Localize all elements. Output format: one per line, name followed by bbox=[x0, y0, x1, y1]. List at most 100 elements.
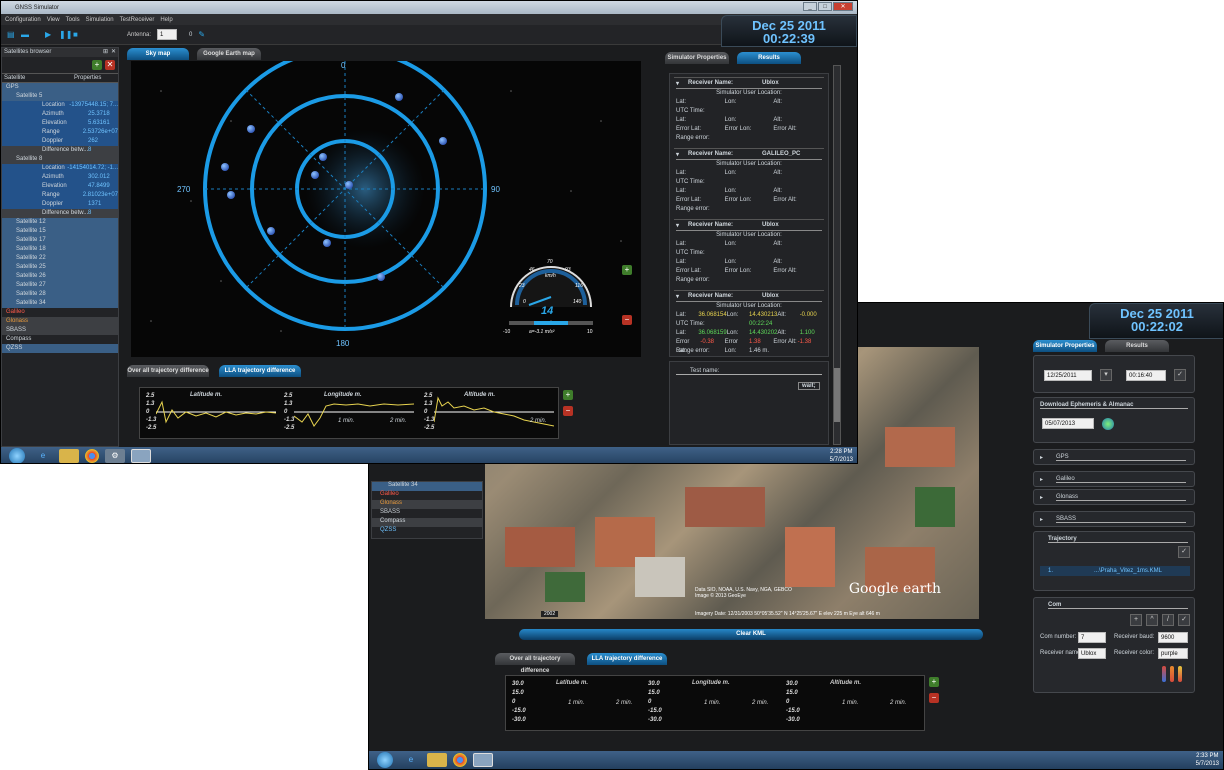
results-scrollbar[interactable] bbox=[833, 65, 841, 445]
tab-sky-map[interactable]: Sky map bbox=[127, 48, 189, 60]
back-tab-simulator-properties[interactable]: Simulator Properties bbox=[1033, 340, 1097, 352]
com-confirm-button[interactable]: ✓ bbox=[1178, 614, 1190, 626]
receiver-section[interactable]: ▾ Receiver Name: Ublox Simulator User Locat… bbox=[674, 77, 824, 145]
back-add-graph-button[interactable]: + bbox=[929, 677, 939, 687]
tree-row[interactable]: Satellite 18 bbox=[2, 245, 118, 254]
new-icon[interactable]: ▤ bbox=[7, 30, 15, 39]
menu-configuration[interactable]: Configuration bbox=[5, 17, 41, 23]
ie-icon[interactable]: e bbox=[33, 449, 53, 463]
tree-row[interactable]: Doppler 262 bbox=[2, 137, 118, 146]
section-glonass[interactable]: ▸ Glonass bbox=[1033, 489, 1195, 505]
folder-icon[interactable] bbox=[59, 449, 79, 463]
menu-simulation[interactable]: Simulation bbox=[86, 17, 114, 23]
satellite-marker-icon[interactable] bbox=[319, 153, 327, 161]
back-list-item[interactable]: Compass bbox=[372, 518, 482, 527]
tree-row[interactable]: Difference betw... 8 bbox=[2, 146, 118, 155]
maximize-icon[interactable]: □ bbox=[818, 2, 832, 11]
sky-add-button[interactable]: + bbox=[622, 265, 632, 275]
tree-row[interactable]: Doppler 1371 bbox=[2, 200, 118, 209]
thermometer-icon[interactable] bbox=[1170, 666, 1174, 682]
tree-row[interactable]: Satellite 26 bbox=[2, 272, 118, 281]
chrome-icon[interactable] bbox=[453, 753, 467, 767]
satellite-marker-icon[interactable] bbox=[439, 137, 447, 145]
simulator-app-icon[interactable] bbox=[131, 449, 151, 463]
menu-view[interactable]: View bbox=[47, 17, 60, 23]
save-icon[interactable]: ▬ bbox=[21, 30, 29, 39]
pencil-icon[interactable]: ✎ bbox=[198, 30, 205, 39]
tree-row[interactable]: Satellite 25 bbox=[2, 263, 118, 272]
download-date-input[interactable]: 05/07/2013 bbox=[1042, 418, 1094, 429]
satellite-marker-icon[interactable] bbox=[311, 171, 319, 179]
com-add-button[interactable]: + bbox=[1130, 614, 1142, 626]
menu-help[interactable]: Help bbox=[160, 17, 172, 23]
scroll-thumb[interactable] bbox=[834, 368, 840, 422]
wait-button[interactable]: wait; bbox=[798, 382, 820, 390]
back-tab-results[interactable]: Results bbox=[1105, 340, 1169, 352]
satellite-marker-icon[interactable] bbox=[221, 163, 229, 171]
satellite-marker-icon[interactable] bbox=[267, 227, 275, 235]
tree-row[interactable]: Elevation 5.63161 bbox=[2, 119, 118, 128]
tree-row[interactable]: Location -13975448.15; 7... bbox=[2, 101, 118, 110]
satellite-marker-icon[interactable] bbox=[323, 239, 331, 247]
back-list-item[interactable]: QZSS bbox=[372, 527, 482, 536]
tree-row[interactable]: QZSS bbox=[2, 344, 118, 353]
date-input[interactable]: 12/25/2011 bbox=[1044, 370, 1092, 381]
receiver-color-select[interactable]: purple bbox=[1158, 648, 1188, 659]
section-sbass[interactable]: ▸ SBASS bbox=[1033, 511, 1195, 527]
pin-icon[interactable]: ⊞ bbox=[103, 48, 108, 57]
date-picker-button[interactable]: ▾ bbox=[1100, 369, 1112, 381]
add-graph-button[interactable]: + bbox=[563, 390, 573, 400]
col-properties[interactable]: Properties bbox=[74, 74, 101, 82]
tree-row[interactable]: Range 2.81023e+07 bbox=[2, 191, 118, 200]
tree-row[interactable]: Difference betw... 8 bbox=[2, 209, 118, 218]
tree-row[interactable]: Elevation 47.8499 bbox=[2, 182, 118, 191]
trajectory-row[interactable]: 1. ...\Praha_Vitez_1ms.KML bbox=[1040, 566, 1190, 576]
tree-row[interactable]: Compass bbox=[2, 335, 118, 344]
tab-results[interactable]: Results bbox=[737, 52, 801, 64]
clear-kml-button[interactable]: Clear KML bbox=[519, 629, 983, 640]
start-button-icon[interactable] bbox=[9, 448, 25, 463]
antenna-select[interactable]: 1 bbox=[157, 29, 178, 40]
tree-row[interactable]: Galileo bbox=[2, 308, 118, 317]
back-remove-graph-button[interactable]: − bbox=[929, 693, 939, 703]
com-up-button[interactable]: ^ bbox=[1146, 614, 1158, 626]
thermometer-icon[interactable] bbox=[1178, 666, 1182, 682]
tree-row[interactable]: GPS bbox=[2, 83, 118, 92]
tab-overall-difference[interactable]: Over all trajectory difference bbox=[127, 365, 209, 377]
tree-row[interactable]: Satellite 12 bbox=[2, 218, 118, 227]
com-number-select[interactable]: 7 bbox=[1078, 632, 1106, 643]
add-satellite-button[interactable]: + bbox=[92, 60, 102, 70]
tree-row[interactable]: Satellite 8 bbox=[2, 155, 118, 164]
tree-row[interactable]: Azimuth 302.012 bbox=[2, 173, 118, 182]
thermometer-icon[interactable] bbox=[1162, 666, 1166, 682]
tree-row[interactable]: Range 2.53726e+07 bbox=[2, 128, 118, 137]
back-list-item[interactable]: Galileo bbox=[372, 491, 482, 500]
receiver-section[interactable]: ▾ Receiver Name: Ublox Simulator User Locat… bbox=[674, 290, 824, 358]
com-edit-button[interactable]: / bbox=[1162, 614, 1174, 626]
start-button-icon[interactable] bbox=[377, 752, 393, 768]
receiver-baud-select[interactable]: 9600 bbox=[1158, 632, 1188, 643]
tab-lla-difference[interactable]: LLA trajectory difference bbox=[219, 365, 301, 377]
tree-row[interactable]: Satellite 5 bbox=[2, 92, 118, 101]
chrome-icon[interactable] bbox=[85, 449, 99, 463]
back-tray-clock[interactable]: 2:33 PM 5/7/2013 bbox=[1196, 752, 1219, 768]
remove-satellite-button[interactable]: ✕ bbox=[105, 60, 115, 70]
close-icon[interactable]: ✕ bbox=[833, 2, 853, 11]
tree-row[interactable]: Satellite 27 bbox=[2, 281, 118, 290]
download-label[interactable]: Download Ephemeris & Almanac bbox=[1040, 402, 1188, 409]
time-confirm-button[interactable]: ✓ bbox=[1174, 369, 1186, 381]
trajectory-confirm-button[interactable]: ✓ bbox=[1178, 546, 1190, 558]
section-galileo[interactable]: ▸ Galileo bbox=[1033, 471, 1195, 487]
satellite-marker-icon[interactable] bbox=[345, 181, 353, 189]
stop-icon[interactable]: ■ bbox=[73, 30, 81, 39]
tree-row[interactable]: Azimuth 25.3718 bbox=[2, 110, 118, 119]
tree-row[interactable]: Satellite 15 bbox=[2, 227, 118, 236]
tree-row[interactable]: Satellite 34 bbox=[2, 299, 118, 308]
tree-row[interactable]: Location -14154014.72; -1... bbox=[2, 164, 118, 173]
back-list-item[interactable]: SBASS bbox=[372, 509, 482, 518]
pause-icon[interactable]: ❚❚ bbox=[59, 30, 72, 39]
tree-row[interactable]: Satellite 17 bbox=[2, 236, 118, 245]
ie-icon[interactable]: e bbox=[401, 753, 421, 767]
folder-icon[interactable] bbox=[427, 753, 447, 767]
sky-remove-button[interactable]: − bbox=[622, 315, 632, 325]
